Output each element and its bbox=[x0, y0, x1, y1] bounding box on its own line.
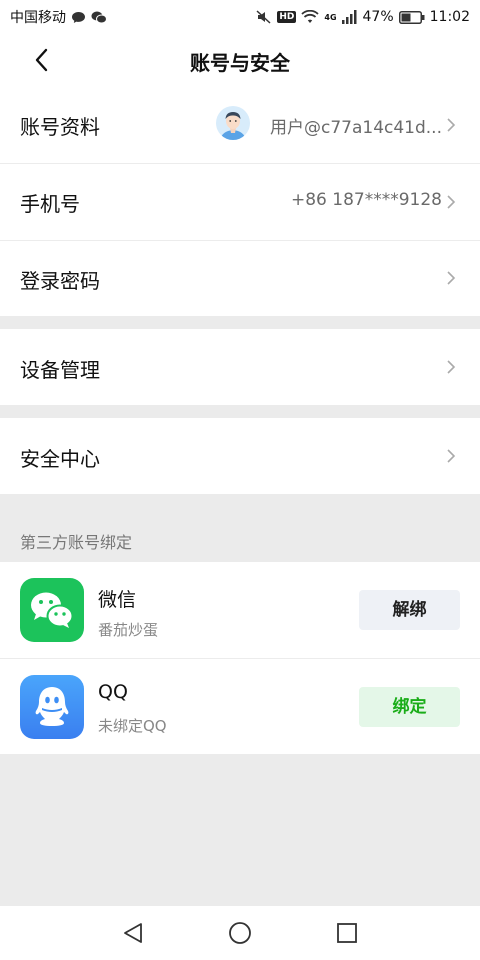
mute-icon bbox=[256, 10, 271, 24]
user-avatar-icon bbox=[220, 112, 246, 140]
page-title: 账号与安全 bbox=[190, 51, 290, 75]
title-bar: 账号与安全 bbox=[0, 34, 480, 86]
chevron-right-icon bbox=[447, 449, 456, 463]
qq-icon bbox=[20, 675, 84, 739]
qq-status: 未绑定QQ bbox=[98, 717, 167, 735]
signal-icon bbox=[341, 10, 357, 24]
wechat-icon bbox=[20, 578, 84, 642]
chevron-right-icon bbox=[447, 271, 456, 285]
password-label: 登录密码 bbox=[20, 269, 100, 293]
security-center-label: 安全中心 bbox=[20, 447, 100, 471]
qq-binding-row: QQ 未绑定QQ 绑定 bbox=[0, 659, 480, 754]
avatar bbox=[216, 106, 250, 140]
security-center-row[interactable]: 安全中心 bbox=[0, 418, 480, 494]
phone-label: 手机号 bbox=[20, 192, 80, 216]
wechat-status-icon bbox=[91, 11, 107, 23]
qq-name: QQ bbox=[98, 681, 128, 703]
battery-percent: 47% bbox=[362, 9, 394, 25]
chevron-right-icon bbox=[447, 118, 456, 132]
third-party-section-header: 第三方账号绑定 bbox=[20, 533, 133, 552]
nav-home-icon[interactable] bbox=[228, 921, 252, 945]
system-nav-bar bbox=[0, 906, 480, 960]
nav-recents-icon[interactable] bbox=[336, 922, 358, 944]
wifi-icon bbox=[301, 10, 320, 23]
clock: 11:02 bbox=[429, 9, 470, 25]
wechat-binding-row: 微信 番茄炒蛋 解绑 bbox=[0, 562, 480, 658]
carrier-label: 中国移动 bbox=[10, 10, 66, 26]
battery-icon bbox=[398, 10, 425, 24]
hd-badge: HD bbox=[277, 11, 297, 23]
chevron-right-icon bbox=[447, 195, 456, 209]
phone-value: +86 187****9128 bbox=[291, 190, 442, 210]
chevron-right-icon bbox=[447, 360, 456, 374]
wechat-nickname: 番茄炒蛋 bbox=[98, 621, 159, 639]
network-type: 4G bbox=[324, 12, 337, 22]
status-bar: 中国移动 HD 4G 47% 11:02 bbox=[0, 0, 480, 34]
nav-back-icon[interactable] bbox=[122, 922, 144, 944]
unbind-button[interactable]: 解绑 bbox=[359, 590, 460, 630]
password-row[interactable]: 登录密码 bbox=[0, 241, 480, 316]
device-management-row[interactable]: 设备管理 bbox=[0, 329, 480, 405]
phone-row[interactable]: 手机号 +86 187****9128 bbox=[0, 164, 480, 240]
profile-value: 用户@c77a14c41d... bbox=[269, 118, 442, 138]
message-icon bbox=[72, 11, 85, 23]
wechat-name: 微信 bbox=[98, 589, 137, 611]
bind-button[interactable]: 绑定 bbox=[359, 687, 460, 727]
profile-label: 账号资料 bbox=[20, 115, 100, 139]
device-management-label: 设备管理 bbox=[20, 358, 100, 382]
